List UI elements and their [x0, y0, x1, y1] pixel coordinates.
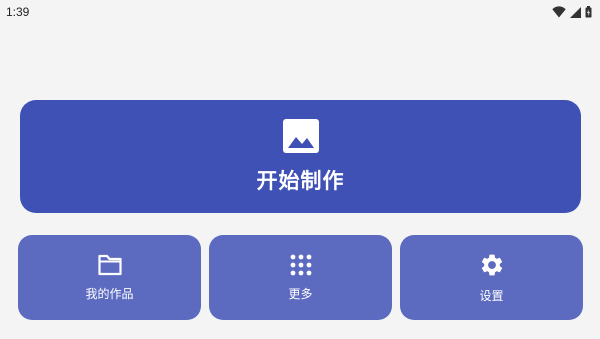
image-icon — [282, 118, 319, 153]
battery-icon — [585, 6, 592, 18]
folder-icon — [97, 254, 123, 276]
status-bar: 1:39 — [0, 0, 600, 24]
status-time: 1:39 — [6, 5, 30, 19]
my-works-button[interactable]: 我的作品 — [18, 235, 201, 320]
settings-label: 设置 — [479, 288, 504, 303]
apps-grid-icon — [290, 254, 312, 276]
my-works-label: 我的作品 — [85, 286, 134, 301]
wifi-icon — [552, 6, 566, 18]
start-creating-button[interactable]: 开始制作 — [20, 100, 581, 213]
more-button[interactable]: 更多 — [209, 235, 392, 320]
more-label: 更多 — [288, 286, 313, 301]
settings-button[interactable]: 设置 — [400, 235, 583, 320]
status-icons — [552, 5, 592, 19]
start-creating-label: 开始制作 — [256, 168, 345, 193]
cellular-signal-icon — [570, 6, 581, 18]
gear-icon — [479, 252, 505, 278]
